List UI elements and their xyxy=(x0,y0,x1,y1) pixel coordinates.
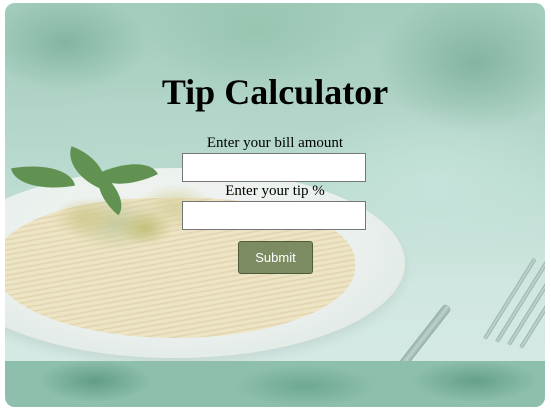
page-title: Tip Calculator xyxy=(161,72,389,112)
background-strip xyxy=(5,361,545,407)
tip-percent-input[interactable] xyxy=(182,201,366,230)
submit-button[interactable]: Submit xyxy=(238,241,313,274)
bill-amount-label: Enter your bill amount xyxy=(206,135,344,151)
bill-amount-input[interactable] xyxy=(182,153,366,182)
app-window: Tip Calculator Enter your bill amount En… xyxy=(5,3,545,407)
tip-percent-label: Enter your tip % xyxy=(225,183,325,199)
